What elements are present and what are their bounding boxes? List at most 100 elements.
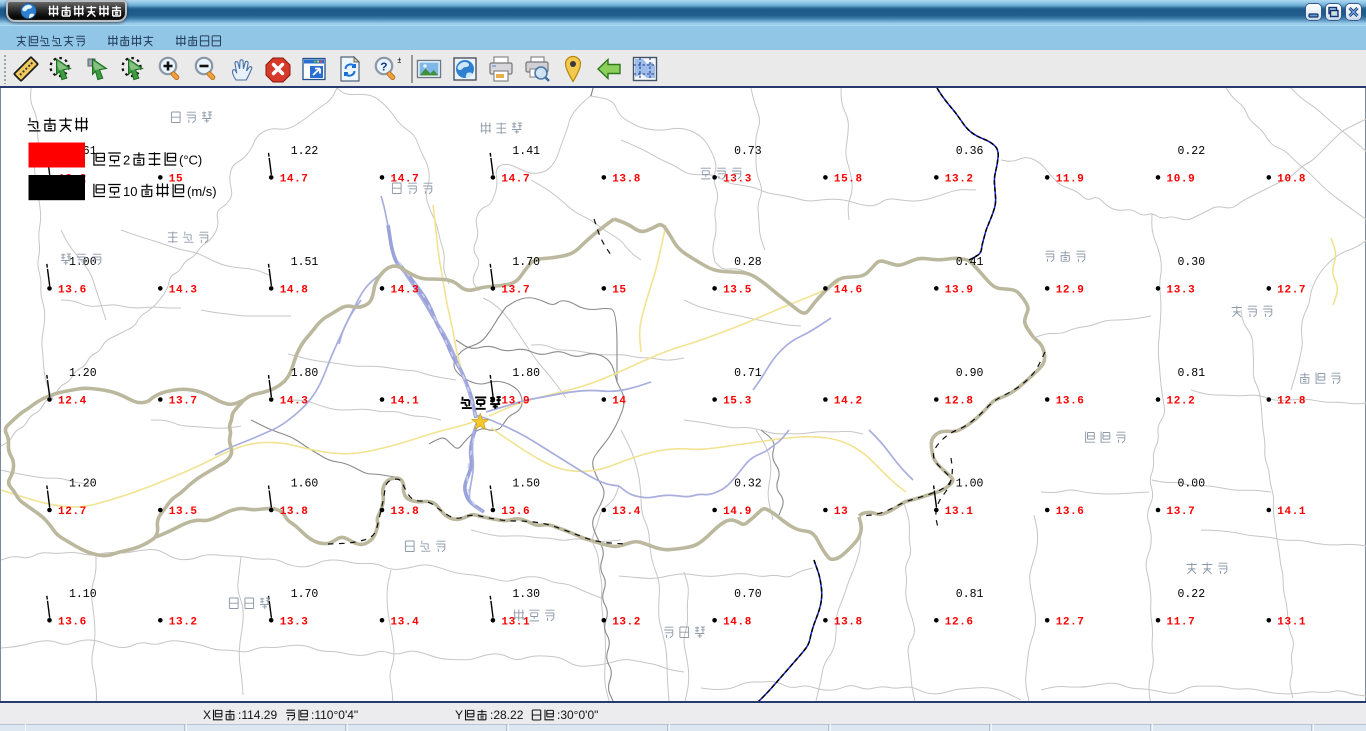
svg-text:12.2: 12.2	[1167, 396, 1196, 408]
svg-text:11.9: 11.9	[1056, 174, 1085, 186]
svg-text:0.36: 0.36	[956, 145, 984, 158]
svg-text:15: 15	[612, 285, 626, 297]
svg-text:13.5: 13.5	[723, 285, 752, 297]
svg-text:0.22: 0.22	[1178, 145, 1206, 158]
svg-text:?: ?	[380, 61, 387, 75]
svg-text:13.9: 13.9	[945, 285, 974, 297]
svg-text:10.8: 10.8	[1277, 174, 1306, 186]
svg-text:14.3: 14.3	[280, 396, 309, 408]
svg-text:10.9: 10.9	[1167, 174, 1196, 186]
svg-text:14.2: 14.2	[834, 396, 863, 408]
svg-text:(m/s): (m/s)	[187, 184, 217, 199]
svg-text:13.4: 13.4	[391, 617, 420, 629]
svg-text:0.90: 0.90	[956, 367, 984, 380]
svg-text:12.8: 12.8	[945, 396, 974, 408]
svg-text:0.28: 0.28	[734, 256, 762, 269]
svg-text:13.5: 13.5	[169, 506, 198, 518]
svg-text:13.2: 13.2	[612, 617, 641, 629]
svg-text:0.41: 0.41	[956, 256, 984, 269]
svg-text:12.7: 12.7	[1277, 285, 1306, 297]
svg-text:0.71: 0.71	[734, 367, 762, 380]
svg-text:12.9: 12.9	[1056, 285, 1085, 297]
svg-text:13: 13	[834, 506, 848, 518]
svg-text:1.80: 1.80	[291, 367, 319, 380]
svg-text:(°C): (°C)	[179, 153, 202, 168]
svg-text:0.81: 0.81	[1178, 367, 1206, 380]
svg-text:1.60: 1.60	[291, 478, 319, 491]
svg-text:1.80: 1.80	[512, 367, 540, 380]
svg-text:1.51: 1.51	[291, 256, 319, 269]
svg-text:0.32: 0.32	[734, 478, 762, 491]
svg-text:13.1: 13.1	[501, 617, 530, 629]
svg-text:13.1: 13.1	[945, 506, 974, 518]
svg-text:1.50: 1.50	[512, 478, 540, 491]
svg-text:13.9: 13.9	[501, 396, 530, 408]
svg-text:1.22: 1.22	[291, 145, 319, 158]
svg-text:13.4: 13.4	[612, 506, 641, 518]
svg-text:13.3: 13.3	[280, 617, 309, 629]
svg-text:13.7: 13.7	[169, 396, 198, 408]
svg-text:1.20: 1.20	[69, 367, 97, 380]
svg-text::28.22: :28.22	[490, 708, 524, 722]
svg-text:13.3: 13.3	[1167, 285, 1196, 297]
svg-text:14.3: 14.3	[169, 285, 198, 297]
svg-text:14.1: 14.1	[1277, 506, 1306, 518]
svg-text:13.6: 13.6	[1056, 506, 1085, 518]
svg-text:12.6: 12.6	[945, 617, 974, 629]
svg-text:12.7: 12.7	[58, 506, 87, 518]
svg-text:1.00: 1.00	[956, 478, 984, 491]
svg-text:12.4: 12.4	[58, 396, 87, 408]
svg-text:13.2: 13.2	[169, 617, 198, 629]
svg-text:15.8: 15.8	[834, 174, 863, 186]
svg-text:13.6: 13.6	[58, 285, 87, 297]
svg-text:14: 14	[612, 396, 626, 408]
svg-text:0.70: 0.70	[734, 588, 762, 601]
svg-text:14.3: 14.3	[391, 285, 420, 297]
svg-text:2: 2	[123, 153, 130, 168]
svg-text:14.8: 14.8	[280, 285, 309, 297]
svg-text:X: X	[203, 708, 211, 722]
svg-text:13.8: 13.8	[280, 506, 309, 518]
svg-text::114.29: :114.29	[238, 708, 277, 722]
svg-text:13.1: 13.1	[1277, 617, 1306, 629]
svg-text:1.20: 1.20	[69, 478, 97, 491]
svg-text:14.6: 14.6	[834, 285, 863, 297]
svg-text:12.8: 12.8	[1277, 396, 1306, 408]
svg-text:14.7: 14.7	[280, 174, 309, 186]
svg-text:0.22: 0.22	[1178, 588, 1206, 601]
svg-text:14.7: 14.7	[501, 174, 530, 186]
svg-text:1.70: 1.70	[291, 588, 319, 601]
svg-text:13.7: 13.7	[1167, 506, 1196, 518]
svg-text:13.6: 13.6	[501, 506, 530, 518]
svg-text:0.30: 0.30	[1178, 256, 1206, 269]
svg-text:13.6: 13.6	[1056, 396, 1085, 408]
svg-text:Y: Y	[455, 708, 463, 722]
svg-text:14.8: 14.8	[723, 617, 752, 629]
svg-text:13.2: 13.2	[945, 174, 974, 186]
svg-text:11.7: 11.7	[1167, 617, 1196, 629]
svg-text::110°0'4": :110°0'4"	[311, 708, 358, 722]
svg-text:10: 10	[123, 184, 137, 199]
svg-text:14.1: 14.1	[391, 396, 420, 408]
svg-text:13.7: 13.7	[501, 285, 530, 297]
svg-text:14.9: 14.9	[723, 506, 752, 518]
svg-text:13.6: 13.6	[58, 617, 87, 629]
svg-text:1.10: 1.10	[69, 588, 97, 601]
svg-text:13.8: 13.8	[612, 174, 641, 186]
svg-text:13.3: 13.3	[723, 174, 752, 186]
svg-text:0.81: 0.81	[956, 588, 984, 601]
svg-text:14.7: 14.7	[391, 174, 420, 186]
svg-text:1.00: 1.00	[69, 256, 97, 269]
svg-text:13.8: 13.8	[391, 506, 420, 518]
svg-text:0.00: 0.00	[1178, 478, 1206, 491]
svg-text::30°0'0": :30°0'0"	[557, 708, 598, 722]
svg-text:±: ±	[397, 56, 401, 66]
svg-text:1.70: 1.70	[512, 256, 540, 269]
svg-text:15.3: 15.3	[723, 396, 752, 408]
svg-text:1.41: 1.41	[512, 145, 540, 158]
svg-text:1.30: 1.30	[512, 588, 540, 601]
svg-text:13.8: 13.8	[834, 617, 863, 629]
svg-text:15: 15	[169, 174, 183, 186]
svg-text:12.7: 12.7	[1056, 617, 1085, 629]
svg-text:0.73: 0.73	[734, 145, 762, 158]
